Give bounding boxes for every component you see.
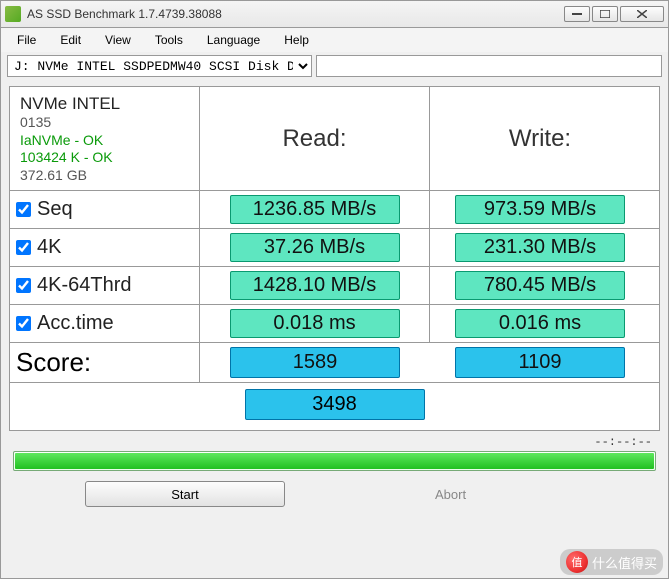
drive-select[interactable]: J: NVMe INTEL SSDPEDMW40 SCSI Disk De [7,55,312,77]
acc-read: 0.018 ms [230,309,400,338]
write-header-cell: Write: [430,87,650,190]
score-label-cell: Score: [10,343,200,382]
seq-write: 973.59 MB/s [455,195,625,224]
test-label-4k64: 4K-64Thrd [10,267,200,304]
test-name-4k: 4K [37,236,61,259]
write-header: Write: [509,125,571,153]
4k-write: 231.30 MB/s [455,233,625,262]
4k64-write: 780.45 MB/s [455,271,625,300]
score-write: 1109 [455,347,625,378]
title-bar: AS SSD Benchmark 1.7.4739.38088 [0,0,669,28]
progress-fill [15,453,654,469]
test-name-acc: Acc.time [37,312,114,335]
score-total-row: 3498 [10,383,659,430]
device-info: NVMe INTEL 0135 IaNVMe - OK 103424 K - O… [10,87,200,190]
minimize-button[interactable] [564,6,590,22]
device-id: 0135 [20,114,51,132]
test-row-seq: Seq 1236.85 MB/s 973.59 MB/s [10,191,659,229]
checkbox-seq[interactable] [16,202,31,217]
menu-help[interactable]: Help [272,31,321,49]
menu-bar: File Edit View Tools Language Help [0,28,669,52]
test-label-4k: 4K [10,229,200,266]
test-row-4k64: 4K-64Thrd 1428.10 MB/s 780.45 MB/s [10,267,659,305]
test-row-4k: 4K 37.26 MB/s 231.30 MB/s [10,229,659,267]
app-icon [5,6,21,22]
checkbox-4k[interactable] [16,240,31,255]
button-row: Start Abort [9,481,660,507]
maximize-button[interactable] [592,6,618,22]
score-row: Score: 1589 1109 [10,343,659,383]
results-grid: NVMe INTEL 0135 IaNVMe - OK 103424 K - O… [9,86,660,431]
elapsed-time: --:--:-- [9,431,660,451]
content-area: NVMe INTEL 0135 IaNVMe - OK 103424 K - O… [0,80,669,579]
header-row: NVMe INTEL 0135 IaNVMe - OK 103424 K - O… [10,87,659,191]
read-header-cell: Read: [200,87,430,190]
score-label: Score: [16,347,91,378]
menu-file[interactable]: File [5,31,48,49]
test-label-seq: Seq [10,191,200,228]
toolbar: J: NVMe INTEL SSDPEDMW40 SCSI Disk De [0,52,669,80]
score-total: 3498 [245,389,425,420]
alignment-status: 103424 K - OK [20,149,113,167]
test-name-4k64: 4K-64Thrd [37,274,132,297]
4k64-read: 1428.10 MB/s [230,271,400,300]
checkbox-acc[interactable] [16,316,31,331]
watermark-logo-icon: 值 [566,551,588,573]
seq-read: 1236.85 MB/s [230,195,400,224]
start-button[interactable]: Start [85,481,285,507]
watermark: 值 什么值得买 [560,549,663,575]
path-input[interactable] [316,55,662,77]
checkbox-4k64[interactable] [16,278,31,293]
test-label-acc: Acc.time [10,305,200,342]
abort-button[interactable]: Abort [435,487,466,502]
acc-write: 0.016 ms [455,309,625,338]
progress-bar [13,451,656,471]
menu-tools[interactable]: Tools [143,31,195,49]
test-name-seq: Seq [37,198,73,221]
score-read: 1589 [230,347,400,378]
menu-edit[interactable]: Edit [48,31,93,49]
read-header: Read: [282,125,346,153]
watermark-text: 什么值得买 [592,553,657,572]
menu-view[interactable]: View [93,31,143,49]
device-name: NVMe INTEL [20,93,120,114]
4k-read: 37.26 MB/s [230,233,400,262]
menu-language[interactable]: Language [195,31,272,49]
test-row-acc: Acc.time 0.018 ms 0.016 ms [10,305,659,343]
window-controls [564,6,664,22]
driver-status: IaNVMe - OK [20,132,103,150]
close-button[interactable] [620,6,664,22]
device-capacity: 372.61 GB [20,167,87,185]
window-title: AS SSD Benchmark 1.7.4739.38088 [27,7,564,21]
